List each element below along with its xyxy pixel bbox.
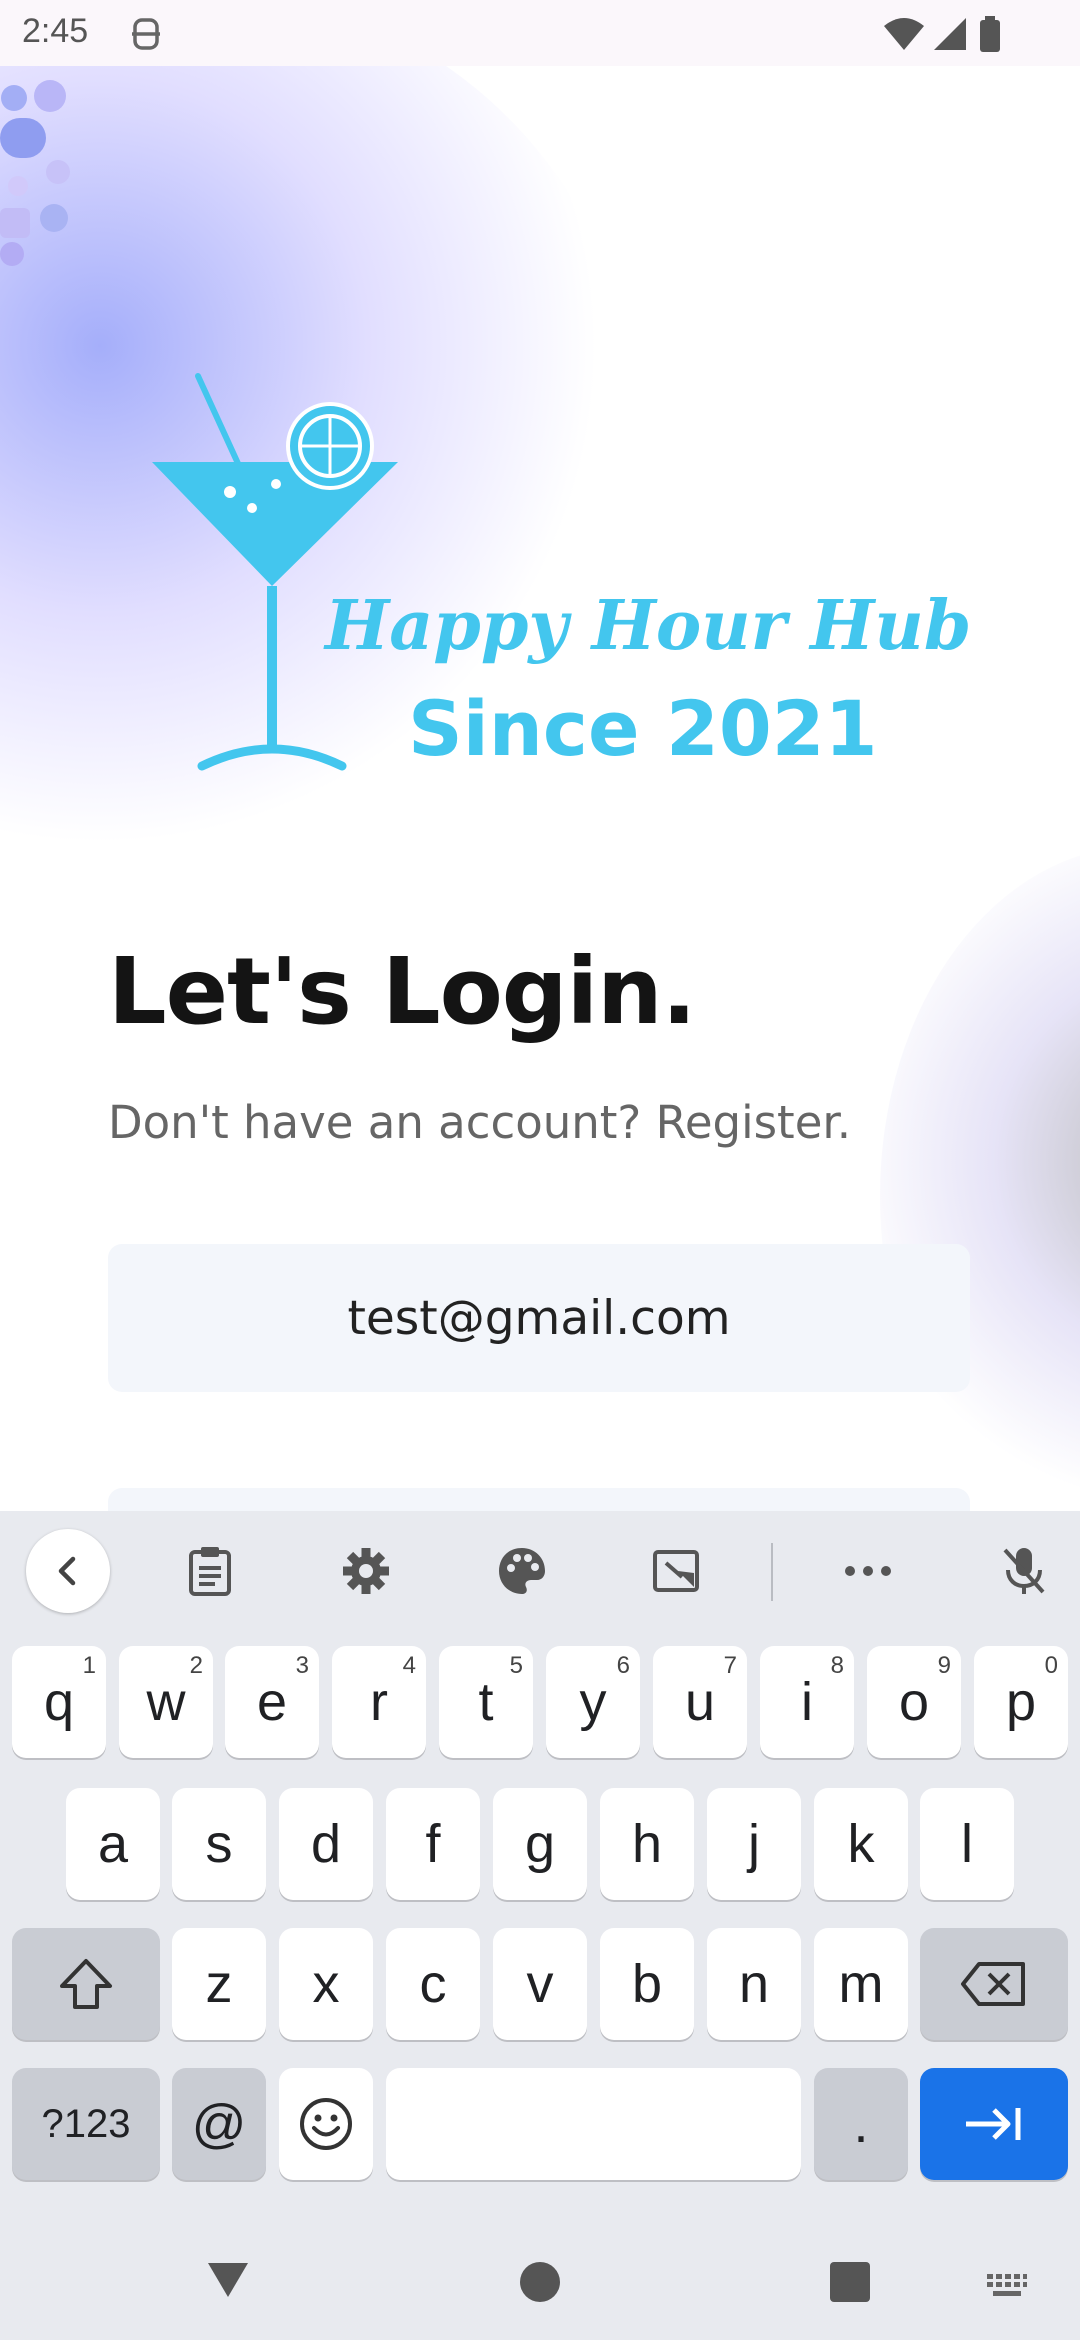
chevron-left-icon xyxy=(58,1556,76,1586)
status-bar: 2:45 xyxy=(0,0,1080,66)
theme-button[interactable] xyxy=(480,1529,564,1613)
key-y[interactable]: y6 xyxy=(546,1646,640,1758)
next-key[interactable] xyxy=(920,2068,1068,2180)
page-title: Let's Login. xyxy=(108,938,697,1045)
key-m[interactable]: m xyxy=(814,1928,908,2040)
key-i[interactable]: i8 xyxy=(760,1646,854,1758)
signal-app-icon xyxy=(132,18,160,50)
martini-glass-icon xyxy=(152,373,398,771)
gear-icon xyxy=(343,1548,389,1594)
key-l[interactable]: l xyxy=(920,1788,1014,1900)
key-c[interactable]: c xyxy=(386,1928,480,2040)
key-g[interactable]: g xyxy=(493,1788,587,1900)
more-options-button[interactable] xyxy=(826,1529,910,1613)
settings-button[interactable] xyxy=(324,1529,408,1613)
key-e[interactable]: e3 xyxy=(225,1646,319,1758)
keyboard-toolbar xyxy=(0,1511,1080,1631)
key-r[interactable]: r4 xyxy=(332,1646,426,1758)
system-nav-bar xyxy=(0,2240,1080,2340)
emoji-icon xyxy=(300,2098,352,2150)
palette-icon xyxy=(499,1548,545,1594)
key-j[interactable]: j xyxy=(707,1788,801,1900)
key-t[interactable]: t5 xyxy=(439,1646,533,1758)
key-k[interactable]: k xyxy=(814,1788,908,1900)
key-n[interactable]: n xyxy=(707,1928,801,2040)
mic-off-icon xyxy=(1003,1548,1045,1594)
brand-name: Happy Hour Hub xyxy=(325,586,972,666)
key-o[interactable]: o9 xyxy=(867,1646,961,1758)
key-s[interactable]: s xyxy=(172,1788,266,1900)
period-key[interactable]: . xyxy=(814,2068,908,2180)
emoji-key[interactable] xyxy=(279,2068,373,2180)
key-w[interactable]: w2 xyxy=(119,1646,213,1758)
clipboard-icon xyxy=(189,1547,231,1596)
tab-next-icon xyxy=(966,2108,1021,2140)
recents-nav-icon[interactable] xyxy=(828,2260,872,2304)
backspace-icon xyxy=(961,1962,1025,2006)
key-q[interactable]: q1 xyxy=(12,1646,106,1758)
background-gradient-right xyxy=(880,846,1080,1511)
brand-tagline: Since 2021 xyxy=(408,684,878,773)
shift-icon xyxy=(60,1959,112,2009)
wifi-icon xyxy=(884,18,924,50)
backspace-key[interactable] xyxy=(920,1928,1068,2040)
password-field[interactable] xyxy=(108,1488,970,1511)
soft-keyboard: q1 w2 e3 r4 t5 y6 u7 i8 o9 p0 a s d f g … xyxy=(0,1511,1080,2340)
key-v[interactable]: v xyxy=(493,1928,587,2040)
toolbar-divider xyxy=(771,1543,773,1601)
clipboard-button[interactable] xyxy=(168,1529,252,1613)
floating-keyboard-button[interactable] xyxy=(634,1529,718,1613)
key-u[interactable]: u7 xyxy=(653,1646,747,1758)
home-nav-icon[interactable] xyxy=(518,2260,562,2304)
key-h[interactable]: h xyxy=(600,1788,694,1900)
key-f[interactable]: f xyxy=(386,1788,480,1900)
email-field[interactable] xyxy=(108,1244,970,1392)
more-horizontal-icon xyxy=(845,1566,891,1576)
keyboard-switch-icon[interactable] xyxy=(985,2272,1029,2300)
status-time: 2:45 xyxy=(22,12,89,50)
key-z[interactable]: z xyxy=(172,1928,266,2040)
key-b[interactable]: b xyxy=(600,1928,694,2040)
register-link[interactable]: Don't have an account? Register. xyxy=(108,1096,851,1149)
key-p[interactable]: p0 xyxy=(974,1646,1068,1758)
resize-keyboard-icon xyxy=(653,1550,699,1592)
key-d[interactable]: d xyxy=(279,1788,373,1900)
cell-signal-icon xyxy=(934,18,966,50)
symbols-key[interactable]: ?123 xyxy=(12,2068,160,2180)
key-a[interactable]: a xyxy=(66,1788,160,1900)
battery-icon xyxy=(980,16,1000,52)
collapse-toolbar-button[interactable] xyxy=(26,1529,110,1613)
shift-key[interactable] xyxy=(12,1928,160,2040)
space-key[interactable] xyxy=(386,2068,801,2180)
voice-input-button[interactable] xyxy=(982,1529,1066,1613)
back-nav-icon[interactable] xyxy=(205,2260,251,2300)
decorative-pattern-icon xyxy=(0,80,70,266)
key-x[interactable]: x xyxy=(279,1928,373,2040)
at-key[interactable]: @ xyxy=(172,2068,266,2180)
login-screen: Happy Hour Hub Since 2021 Let's Login. D… xyxy=(0,66,1080,1511)
